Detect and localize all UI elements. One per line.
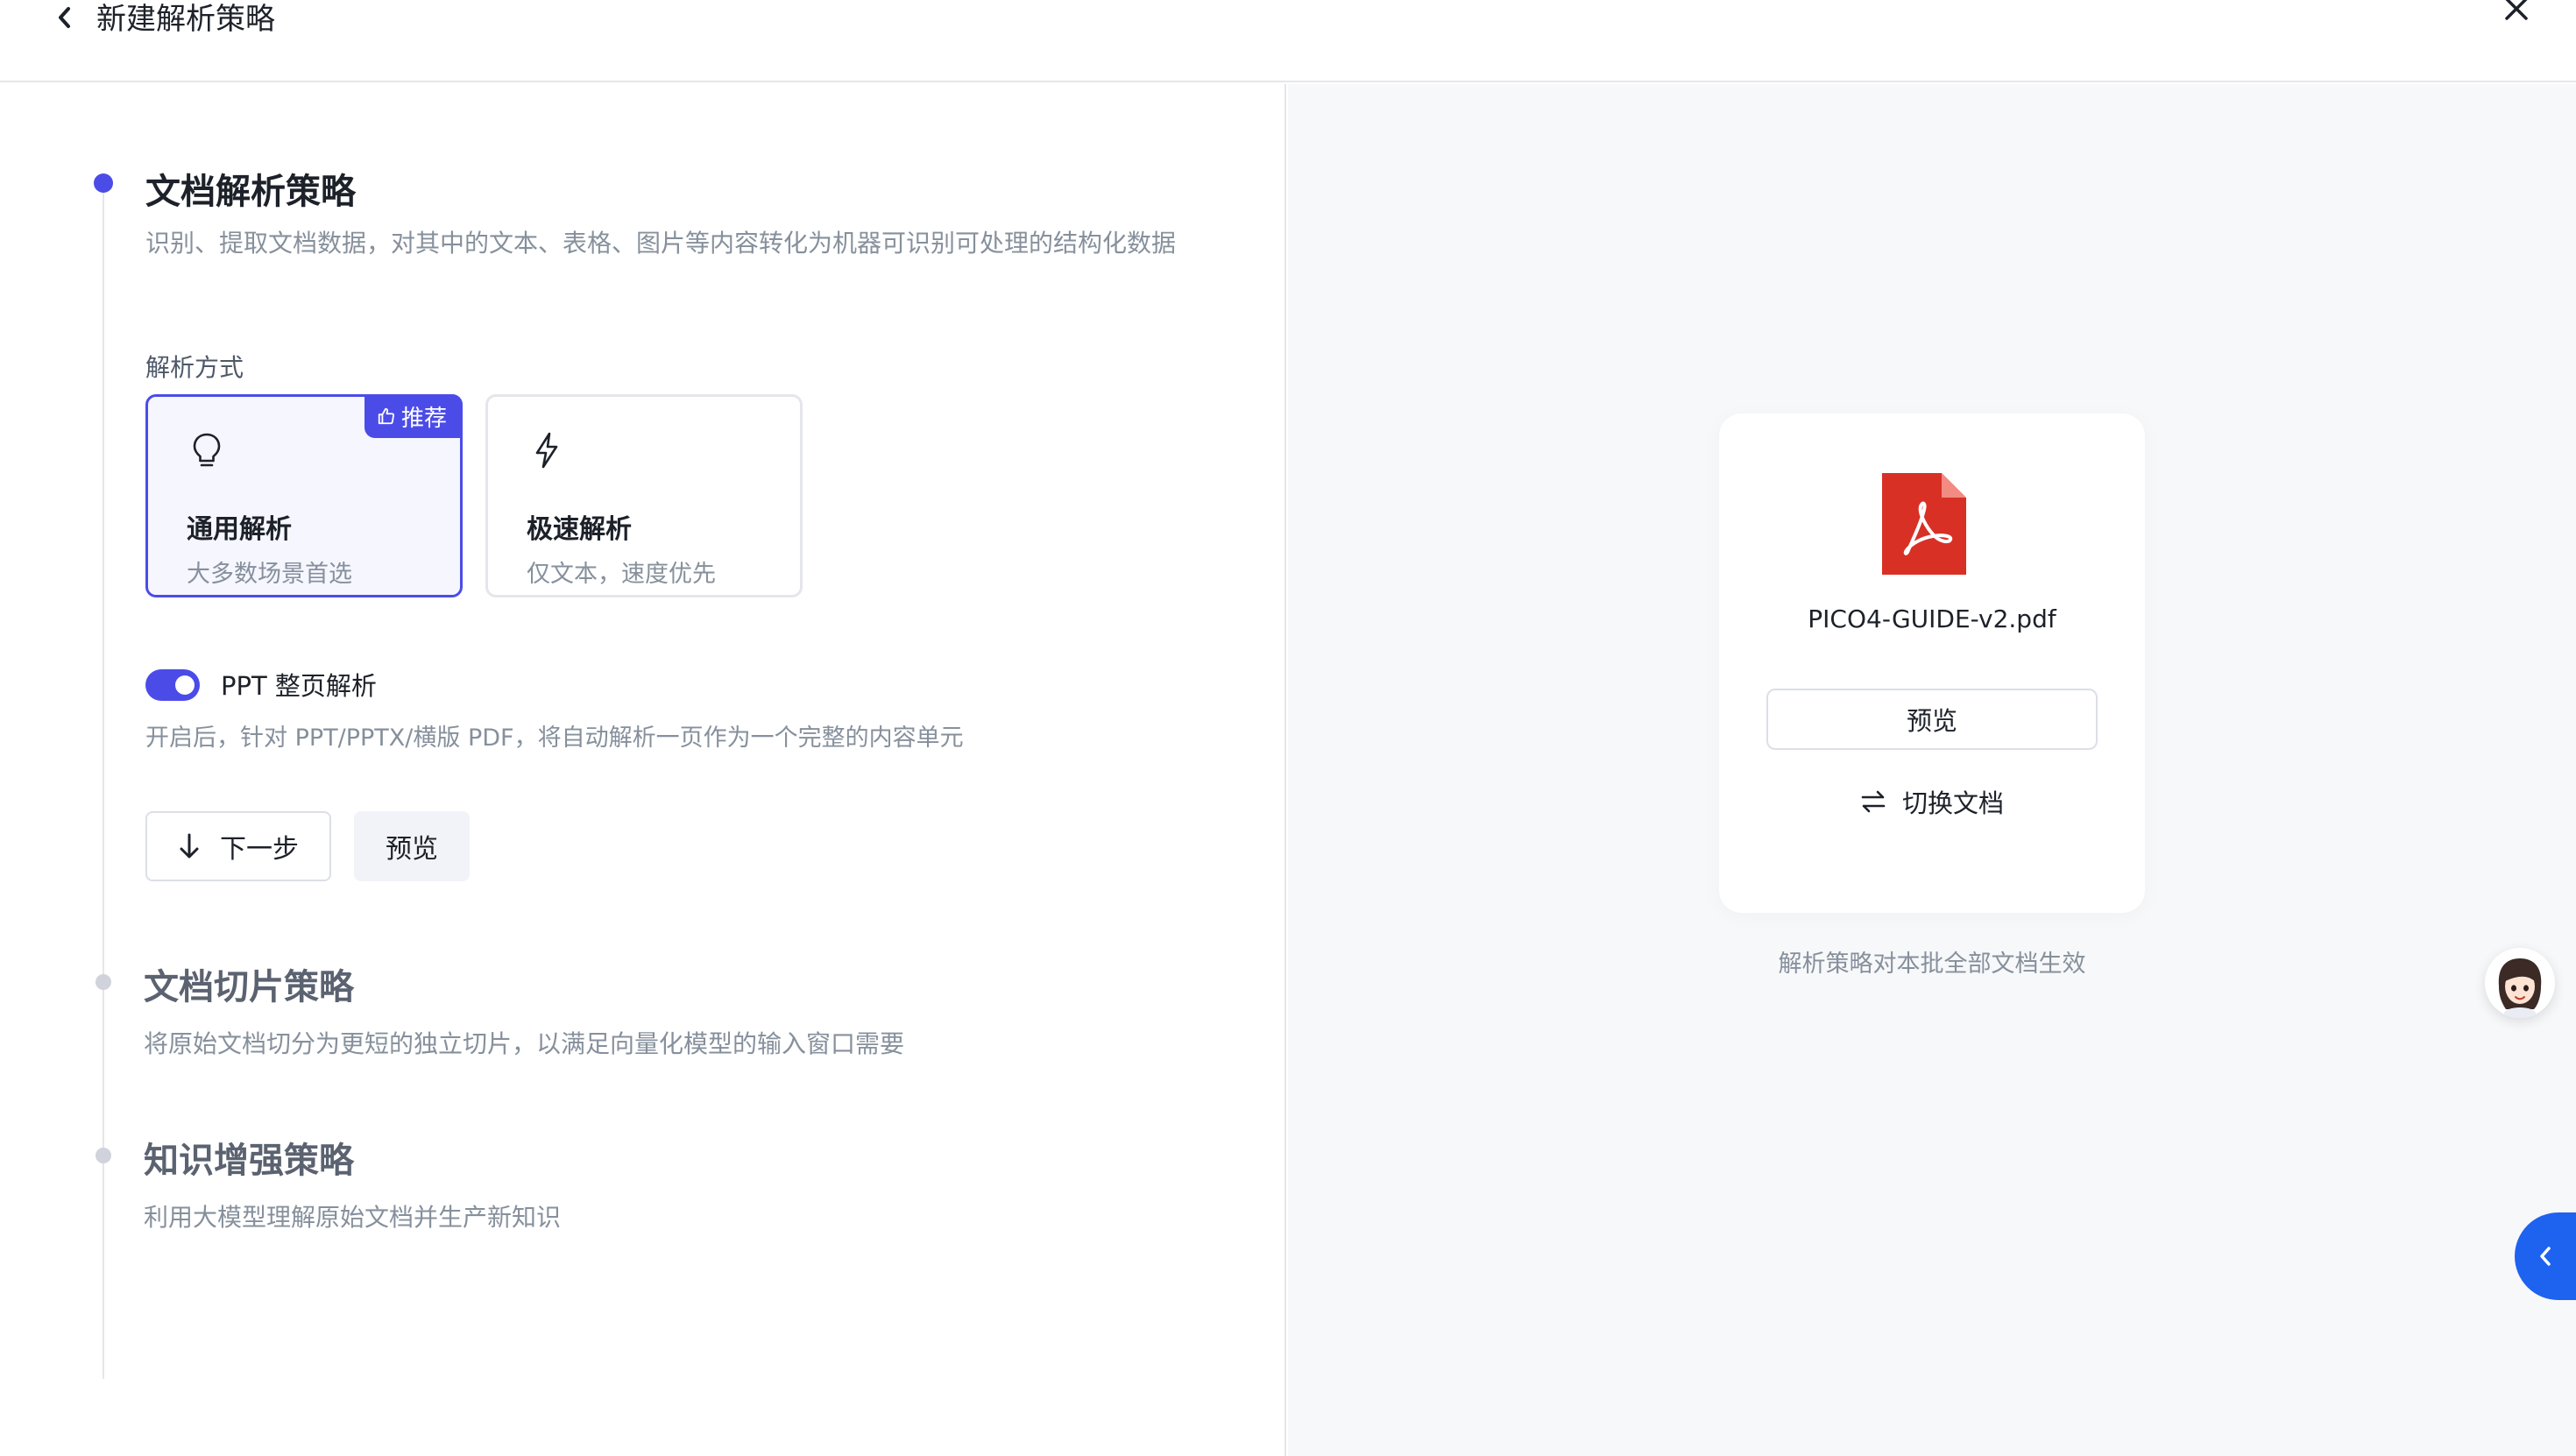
step-dot-inactive bbox=[96, 974, 111, 990]
chevron-left-icon bbox=[2540, 1247, 2551, 1266]
step-dot-inactive bbox=[96, 1148, 111, 1163]
recommend-badge: 推荐 bbox=[364, 394, 463, 438]
lightbulb-icon bbox=[193, 433, 221, 467]
preview-label: 预览 bbox=[386, 834, 438, 865]
step-desc-parse: 识别、提取文档数据，对其中的文本、表格、图片等内容转化为机器可识别可处理的结构化… bbox=[145, 229, 1177, 258]
toggle-knob bbox=[175, 675, 195, 695]
option-title: 通用解析 bbox=[187, 514, 292, 545]
swap-icon bbox=[1861, 790, 1886, 813]
document-card: PICO4-GUIDE-v2.pdf 预览 切换文档 bbox=[1719, 413, 2145, 913]
step-title-parse: 文档解析策略 bbox=[145, 172, 356, 212]
close-button[interactable] bbox=[2499, 0, 2534, 26]
document-preview-label: 预览 bbox=[1906, 706, 1957, 736]
next-step-button[interactable]: 下一步 bbox=[145, 811, 331, 881]
option-subtitle: 仅文本，速度优先 bbox=[527, 561, 716, 588]
parse-mode-label: 解析方式 bbox=[145, 353, 244, 382]
close-icon bbox=[2505, 0, 2528, 20]
option-title: 极速解析 bbox=[527, 514, 632, 545]
pdf-file-icon bbox=[1882, 473, 1966, 575]
step-dot-active bbox=[94, 173, 113, 193]
preview-button[interactable]: 预览 bbox=[354, 811, 470, 881]
strategy-scope-note: 解析策略对本批全部文档生效 bbox=[1778, 951, 2086, 978]
switch-document-button[interactable]: 切换文档 bbox=[1719, 783, 2145, 820]
arrow-down-icon bbox=[180, 833, 199, 859]
switch-document-label: 切换文档 bbox=[1901, 788, 2004, 818]
option-subtitle: 大多数场景首选 bbox=[187, 561, 352, 588]
chevron-left-icon bbox=[59, 7, 70, 28]
document-file-name: PICO4-GUIDE-v2.pdf bbox=[1808, 604, 2056, 633]
step-desc-enhance: 利用大模型理解原始文档并生产新知识 bbox=[144, 1203, 562, 1232]
option-card-general[interactable]: 推荐 通用解析 大多数场景首选 bbox=[145, 394, 463, 597]
header-bar: 新建解析策略 bbox=[0, 0, 2576, 82]
ppt-toggle-description: 开启后，针对 PPT/PPTX/横版 PDF，将自动解析一页作为一个完整的内容单… bbox=[145, 724, 964, 752]
lightning-icon bbox=[535, 432, 558, 469]
strategy-steps-panel: 文档解析策略 识别、提取文档数据，对其中的文本、表格、图片等内容转化为机器可识别… bbox=[0, 84, 1286, 1456]
step-title-enhance: 知识增强策略 bbox=[144, 1141, 354, 1181]
recommend-badge-label: 推荐 bbox=[400, 405, 447, 432]
ppt-fullpage-toggle[interactable] bbox=[145, 669, 200, 701]
step-title-chunk: 文档切片策略 bbox=[144, 967, 354, 1007]
ppt-toggle-label: PPT 整页解析 bbox=[221, 671, 377, 701]
next-step-label: 下一步 bbox=[220, 834, 299, 865]
timeline-line bbox=[103, 182, 104, 1379]
page-title: 新建解析策略 bbox=[96, 2, 275, 37]
back-button[interactable] bbox=[49, 0, 81, 35]
step-desc-chunk: 将原始文档切分为更短的独立切片，以满足向量化模型的输入窗口需要 bbox=[144, 1029, 905, 1058]
assistant-avatar-icon bbox=[2485, 948, 2555, 1018]
document-preview-panel: PICO4-GUIDE-v2.pdf 预览 切换文档 解析策略对本批全部文档生效 bbox=[1288, 84, 2576, 1456]
option-card-fast[interactable]: 极速解析 仅文本，速度优先 bbox=[485, 394, 803, 597]
assistant-avatar[interactable] bbox=[2485, 948, 2555, 1018]
document-preview-button[interactable]: 预览 bbox=[1766, 689, 2098, 750]
thumbs-up-icon bbox=[378, 407, 394, 425]
